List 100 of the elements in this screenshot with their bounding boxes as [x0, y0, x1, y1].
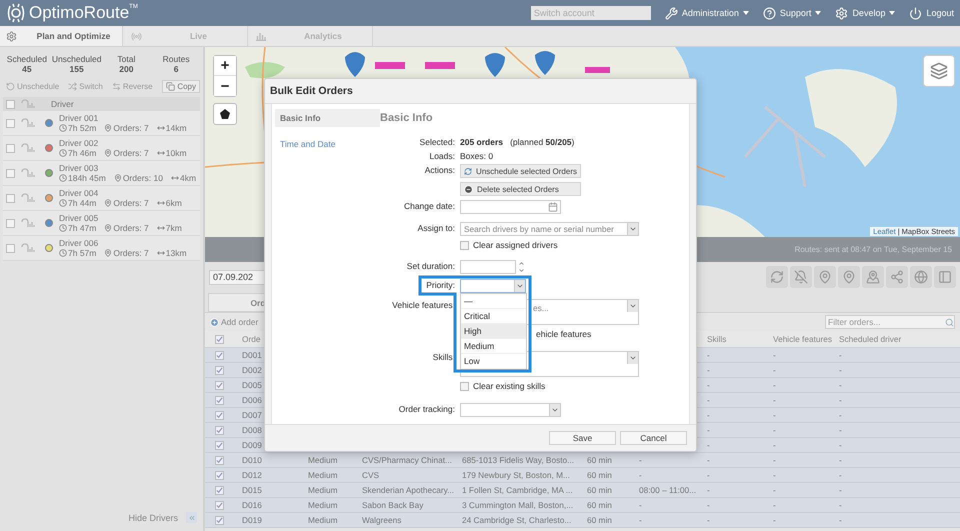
- table-cell-text: -: [838, 485, 843, 495]
- table-cell-text: 685-1013 Fidelis Way, Bosto...: [461, 455, 576, 465]
- table-cell-text: -: [706, 515, 711, 525]
- table-cell-text: D006: [241, 395, 263, 405]
- driver-distance: 10km: [156, 148, 187, 158]
- table-cell-text: Medium: [307, 515, 339, 525]
- table-cell-text: -: [706, 350, 711, 360]
- stat-value: 200: [118, 64, 134, 74]
- column-header: Driver: [51, 99, 75, 109]
- table-cell-text: D007: [241, 410, 263, 420]
- logo-text: OptimoRoute: [29, 3, 130, 23]
- table-cell-text: -: [706, 395, 711, 405]
- table-cell-text: -: [772, 500, 777, 510]
- table-cell-text: -: [772, 485, 777, 495]
- driver-distance: 4km: [170, 173, 196, 183]
- table-cell-text: D002: [241, 365, 263, 375]
- table-cell-text: 179 Newbury St, Boston, M...: [461, 470, 571, 480]
- driver-name: Driver 002: [59, 138, 100, 148]
- driver-name: Driver 006: [59, 238, 100, 248]
- table-cell-text: -: [838, 365, 843, 375]
- table-cell-text: -: [838, 395, 843, 405]
- table-cell-text: -: [706, 470, 711, 480]
- driver-time: 7h 52m: [59, 123, 96, 133]
- table-cell-text: -: [838, 515, 843, 525]
- table-cell-text: -: [772, 440, 777, 450]
- driver-distance: 6km: [156, 198, 182, 208]
- field-label: Change date:: [402, 200, 455, 213]
- table-cell-text: -: [772, 395, 777, 405]
- table-cell-text: -: [706, 410, 711, 420]
- table-cell-text: D009: [241, 440, 263, 450]
- stat-value: 155: [68, 64, 85, 74]
- table-cell-text: Medium: [307, 485, 339, 495]
- stat-value: 45: [21, 64, 33, 74]
- table-cell-text: -: [706, 500, 711, 510]
- field-label: Vehicle features:: [391, 299, 455, 312]
- driver-time: 7h 44m: [59, 198, 96, 208]
- table-cell-text: D001: [241, 350, 263, 360]
- driver-name: Driver 005: [59, 213, 100, 223]
- table-cell-text: D008: [241, 425, 263, 435]
- driver-distance: 13km: [156, 248, 187, 258]
- table-cell-text: D012: [241, 470, 263, 480]
- stat-label: Routes: [162, 54, 191, 64]
- table-cell-text: -: [838, 425, 843, 435]
- table-cell-text: -: [638, 515, 643, 525]
- table-cell-text: 60 min: [586, 470, 613, 480]
- table-cell-text: -: [706, 425, 711, 435]
- table-cell-text: D010: [241, 455, 263, 465]
- table-cell-text: Medium: [307, 455, 339, 465]
- stat-label: Scheduled: [6, 54, 48, 64]
- table-cell-text: Sabon Back Bay: [361, 500, 424, 510]
- table-cell-text: -: [772, 470, 777, 480]
- driver-distance: 7km: [156, 223, 182, 233]
- field-label: Loads:: [428, 150, 455, 163]
- stat-label: Unscheduled: [52, 54, 102, 64]
- field-label: Actions:: [424, 164, 455, 177]
- driver-time: 184h 45m: [59, 173, 106, 183]
- field-label: Order tracking:: [398, 403, 455, 416]
- table-cell-text: 24 Cambridge St, Charlesto...: [461, 515, 572, 525]
- table-cell-text: -: [772, 365, 777, 375]
- field-label: Priority:: [425, 279, 455, 292]
- table-cell-text: -: [838, 500, 843, 510]
- field-label: Skills:: [432, 351, 455, 364]
- driver-time: 7h 57m: [59, 248, 96, 258]
- table-cell-text: 3 Cummington Mall, Boston,...: [461, 500, 574, 510]
- driver-time: 7h 46m: [59, 148, 96, 158]
- table-cell-text: -: [838, 350, 843, 360]
- table-cell-text: D016: [241, 500, 263, 510]
- table-cell-text: -: [772, 425, 777, 435]
- table-cell-text: D015: [241, 485, 263, 495]
- driver-orders: Orders: 7: [104, 248, 149, 258]
- table-cell-text: 60 min: [586, 500, 613, 510]
- field-label: Selected:: [418, 136, 455, 149]
- stat-value: 6: [172, 64, 180, 74]
- table-cell-text: 60 min: [586, 485, 613, 495]
- driver-name: Driver 001: [59, 113, 100, 123]
- table-cell-text: D019: [241, 515, 263, 525]
- table-cell-text: -: [772, 380, 777, 390]
- table-cell-text: -: [638, 470, 643, 480]
- driver-time: 7h 47m: [59, 223, 96, 233]
- field-value: Boxes: 0: [460, 150, 494, 163]
- table-cell-text: Walgreens: [361, 515, 402, 525]
- table-cell-text: -: [706, 440, 711, 450]
- table-cell-text: CVS: [361, 470, 380, 480]
- driver-distance: 14km: [156, 123, 187, 133]
- driver-orders: Orders: 10: [114, 173, 163, 183]
- table-cell-text: Skenderian Apothecary...: [361, 485, 456, 495]
- table-cell-text: -: [772, 455, 777, 465]
- table-cell-text: -: [838, 380, 843, 390]
- stat-label: Total: [116, 54, 136, 64]
- table-cell-text: -: [638, 500, 643, 510]
- field-label: Set duration:: [406, 260, 455, 273]
- driver-name: Driver 003: [59, 163, 100, 173]
- field-label: Assign to:: [416, 222, 455, 235]
- table-cell-text: -: [838, 470, 843, 480]
- table-cell-text: -: [838, 410, 843, 420]
- table-cell-text: -: [706, 380, 711, 390]
- table-cell-text: 60 min: [586, 515, 613, 525]
- table-cell-text: Medium: [307, 470, 339, 480]
- table-cell-text: -: [772, 350, 777, 360]
- section-heading: Basic Info: [380, 112, 434, 126]
